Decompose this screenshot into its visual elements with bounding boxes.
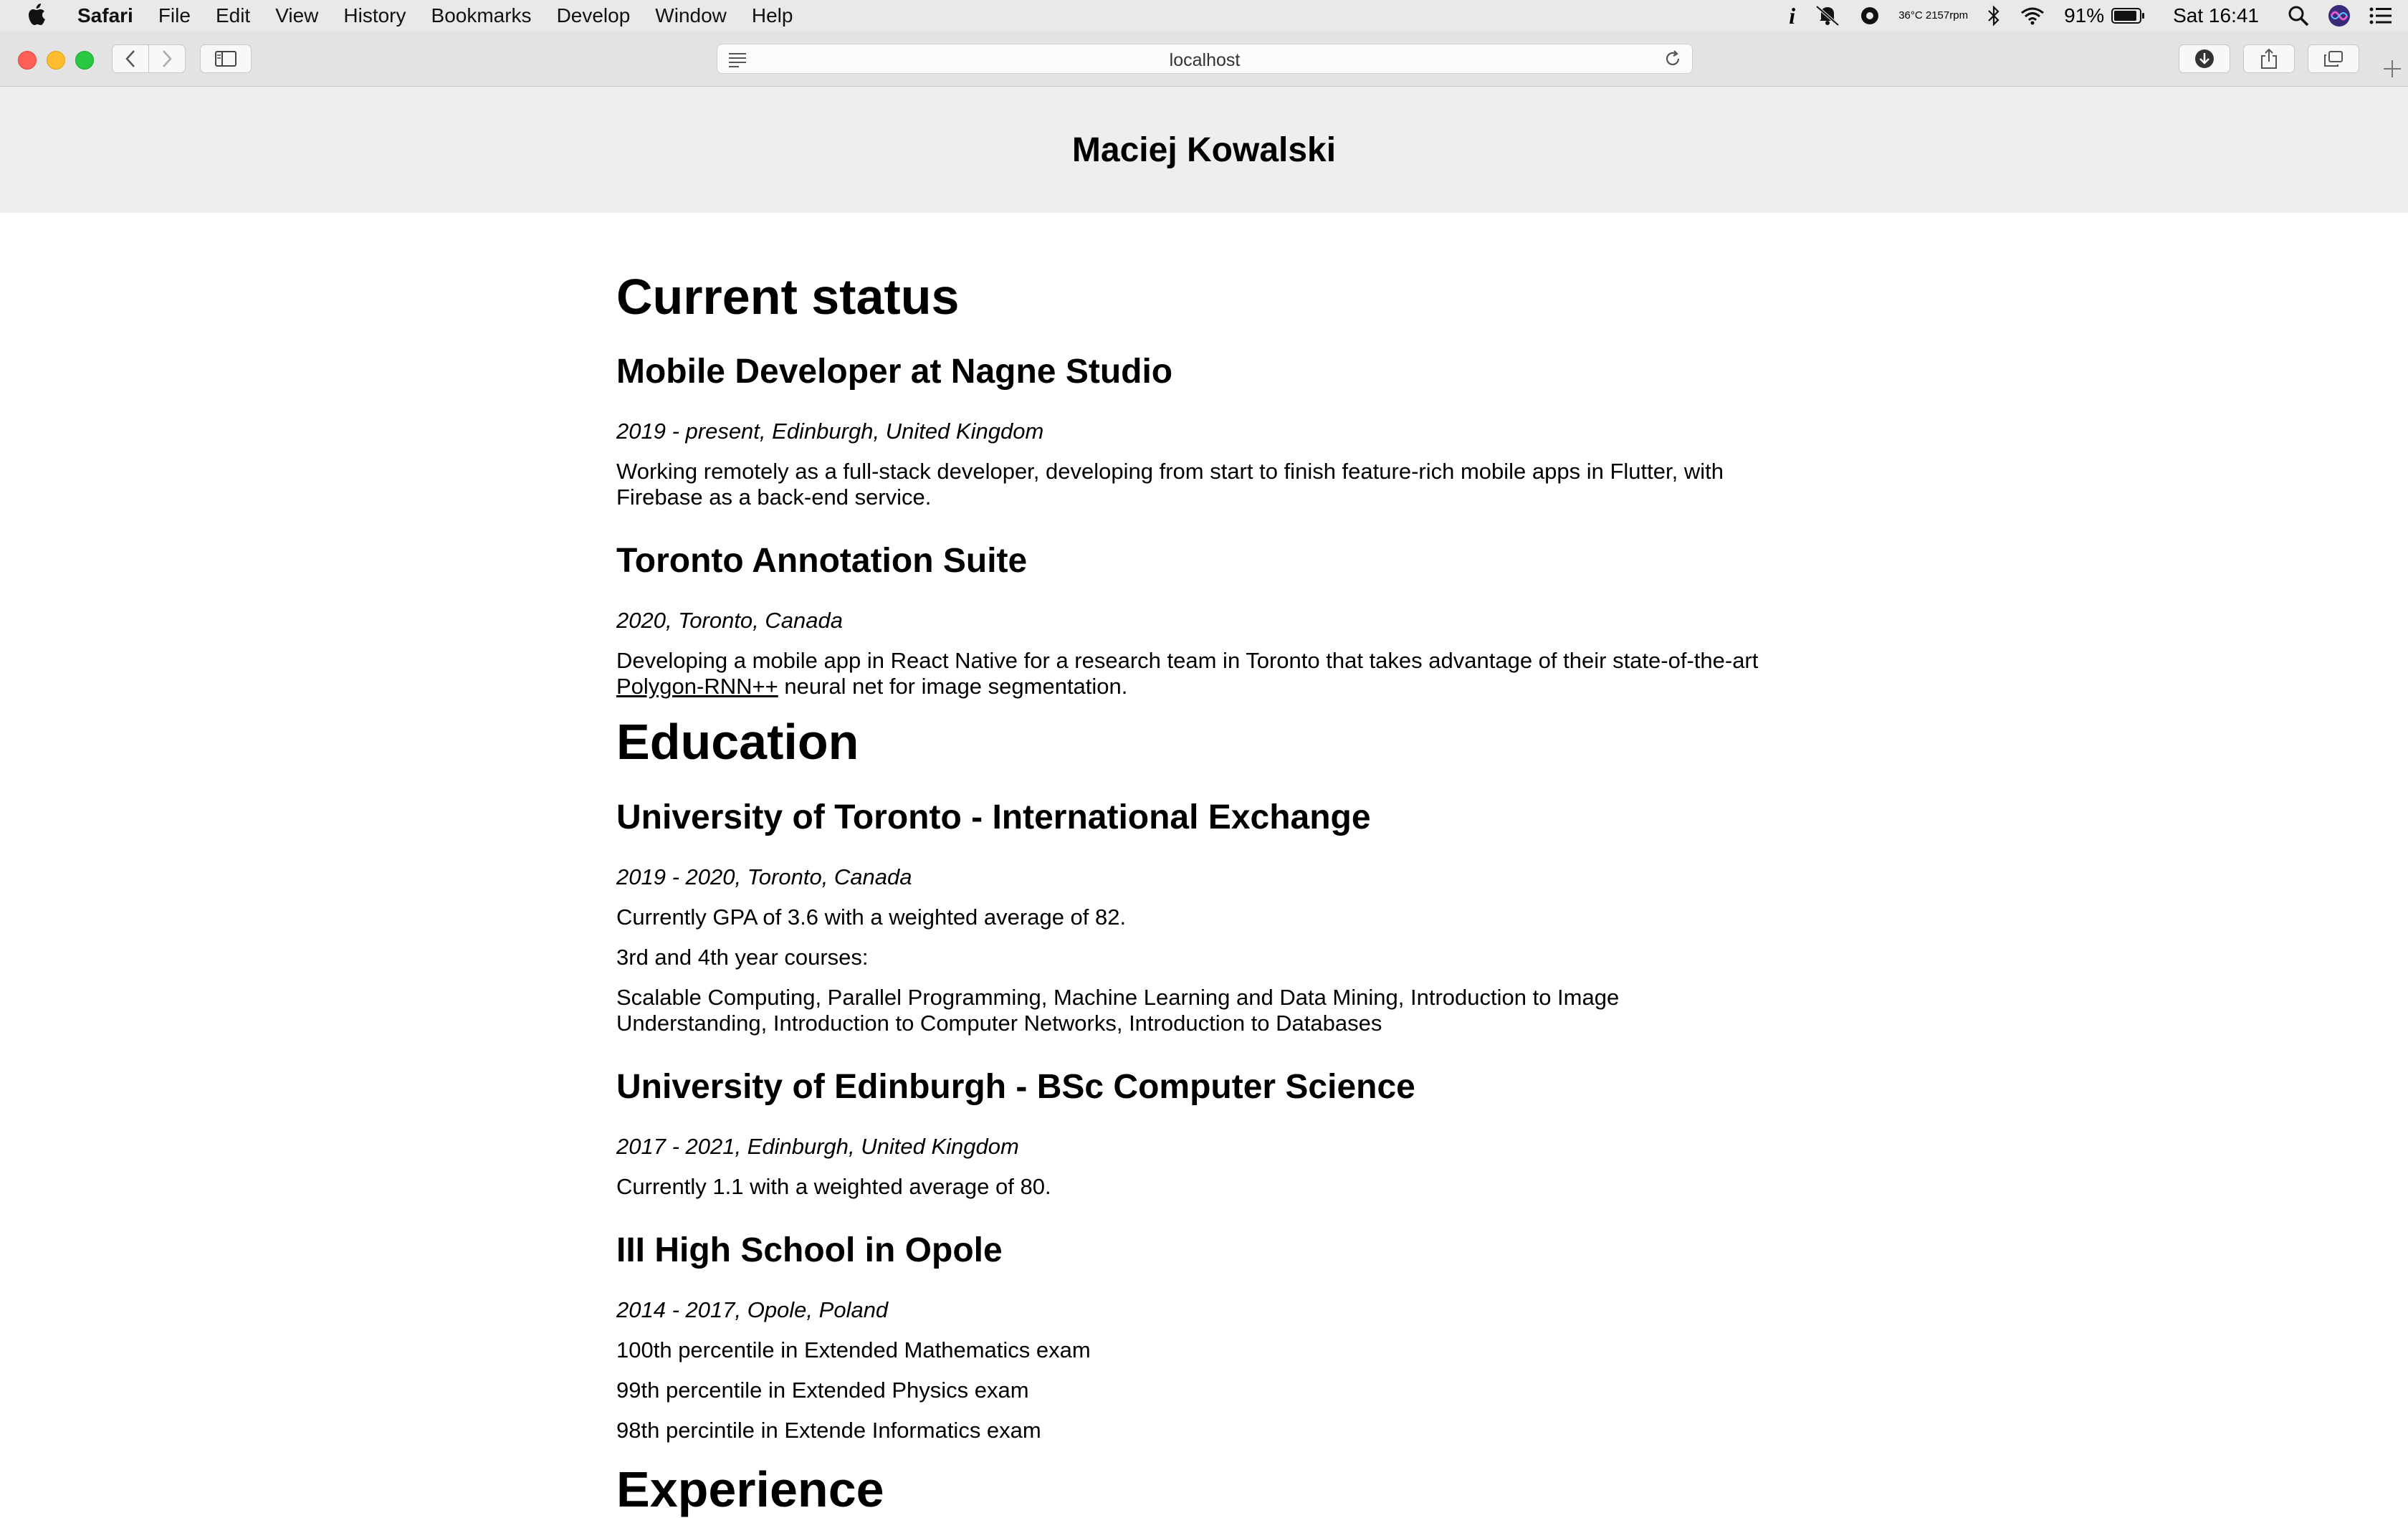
battery-icon[interactable] (2111, 7, 2146, 24)
job-meta: 2019 - present, Edinburgh, United Kingdo… (616, 419, 1044, 444)
sidebar-toggle-button[interactable] (200, 44, 252, 73)
education-heading: Education (616, 714, 859, 770)
education-meta-toronto: 2019 - 2020, Toronto, Canada (616, 864, 912, 889)
menu-app-safari[interactable]: Safari (77, 4, 133, 27)
info-icon[interactable]: i (1789, 3, 1795, 29)
courses-list: Scalable Computing, Parallel Programming… (616, 985, 1620, 1036)
new-tab-button[interactable] (2376, 53, 2408, 82)
education-meta-highschool: 2014 - 2017, Opole, Poland (616, 1297, 889, 1322)
site-header: Maciej Kowalski (0, 87, 2408, 213)
menu-file[interactable]: File (158, 4, 191, 27)
job-description: Working remotely as a full-stack develop… (616, 459, 1724, 510)
project-title: Toronto Annotation Suite (616, 542, 1028, 580)
tab-overview-button[interactable] (2308, 44, 2359, 73)
temperature-value: 36°C (1898, 9, 1923, 22)
spotlight-search-icon[interactable] (2288, 5, 2309, 27)
education-meta-edinburgh: 2017 - 2021, Edinburgh, United Kingdom (616, 1134, 1019, 1159)
project-description-start: Developing a mobile app in React Native … (616, 648, 1759, 673)
menu-history[interactable]: History (343, 4, 406, 27)
site-title: Maciej Kowalski (1071, 131, 1337, 169)
zoom-window-button[interactable] (75, 51, 94, 70)
clock[interactable]: Sat 16:41 (2173, 4, 2259, 27)
downloads-button[interactable] (2179, 44, 2230, 73)
exam-result: 98th percintile in Extende Informatics e… (616, 1418, 1041, 1443)
menu-view[interactable]: View (275, 4, 318, 27)
notifications-muted-icon[interactable] (1814, 5, 1841, 27)
plus-icon (2384, 60, 2401, 77)
exam-result: 99th percentile in Extended Physics exam (616, 1378, 1029, 1403)
menu-window[interactable]: Window (655, 4, 727, 27)
siri-icon[interactable] (2328, 4, 2351, 27)
url-text: localhost (1169, 50, 1241, 70)
education-title-toronto: University of Toronto - International Ex… (616, 798, 1371, 836)
polygon-rnn-link[interactable]: Polygon-RNN++ (616, 674, 778, 699)
temperature-readout[interactable]: 36°C 2157rpm (1898, 10, 1968, 22)
forward-button[interactable] (148, 44, 186, 73)
education-title-highschool: III High School in Opole (616, 1231, 1003, 1269)
project-description: Developing a mobile app in React Native … (616, 648, 1777, 700)
share-icon (2261, 48, 2277, 69)
bluetooth-icon[interactable] (1987, 5, 2001, 27)
menu-help[interactable]: Help (752, 4, 793, 27)
education-title-edinburgh: University of Edinburgh - BSc Computer S… (616, 1068, 1415, 1106)
exam-result: 100th percentile in Extended Mathematics… (616, 1337, 1091, 1362)
experience-heading: Experience (616, 1461, 884, 1517)
minimize-window-button[interactable] (47, 51, 65, 70)
browser-toolbar: localhost (0, 32, 2408, 87)
wifi-icon[interactable] (2020, 6, 2045, 26)
grade-text: Currently 1.1 with a weighted average of… (616, 1174, 1051, 1199)
tabs-icon (2324, 51, 2343, 67)
record-icon[interactable] (1860, 6, 1880, 26)
menu-bar: Safari File Edit View History Bookmarks … (0, 0, 2408, 32)
reload-icon[interactable] (1663, 49, 1682, 68)
fan-speed-value: 2157rpm (1925, 9, 1969, 22)
apple-logo-icon[interactable] (27, 1, 49, 27)
courses-label: 3rd and 4th year courses: (616, 945, 869, 970)
project-meta: 2020, Toronto, Canada (616, 608, 843, 633)
download-icon (2195, 49, 2214, 68)
address-bar[interactable]: localhost (717, 44, 1693, 74)
current-status-heading: Current status (616, 269, 960, 325)
chevron-left-icon (125, 50, 135, 67)
back-button[interactable] (112, 44, 149, 73)
battery-percent[interactable]: 91% (2064, 4, 2104, 27)
menu-develop[interactable]: Develop (557, 4, 631, 27)
sidebar-icon (215, 51, 236, 67)
menu-bookmarks[interactable]: Bookmarks (431, 4, 532, 27)
gpa-text: Currently GPA of 3.6 with a weighted ave… (616, 904, 1127, 930)
close-window-button[interactable] (18, 51, 37, 70)
job-title: Mobile Developer at Nagne Studio (616, 353, 1173, 391)
project-description-end: neural net for image segmentation. (778, 674, 1128, 699)
menu-edit[interactable]: Edit (216, 4, 250, 27)
notification-center-icon[interactable] (2369, 6, 2392, 25)
share-button[interactable] (2243, 44, 2295, 73)
chevron-right-icon (163, 50, 172, 67)
